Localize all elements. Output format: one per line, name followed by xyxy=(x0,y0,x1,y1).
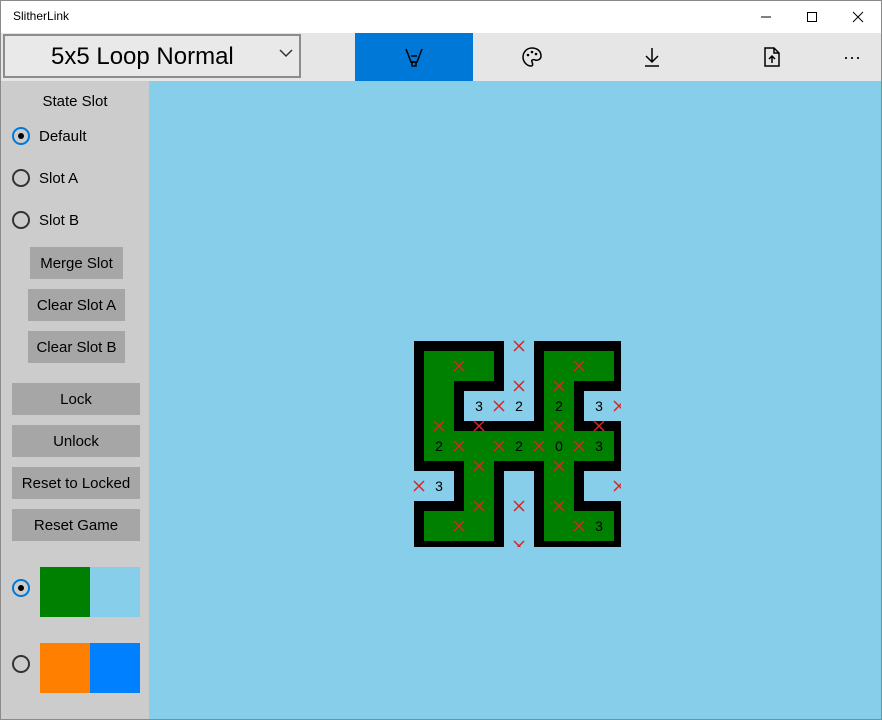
inside-cell xyxy=(459,426,499,466)
inside-cell xyxy=(539,506,579,546)
window-title: SlitherLink xyxy=(13,9,70,23)
theme-orange-inside-swatch[interactable] xyxy=(40,643,90,693)
maximize-button[interactable] xyxy=(789,1,835,33)
minimize-icon xyxy=(761,16,771,18)
minimize-button[interactable] xyxy=(743,1,789,33)
puzzle-select[interactable]: 5x5 Loop Normal xyxy=(3,34,301,78)
clue-number: 3 xyxy=(435,478,443,494)
more-button[interactable]: ··· xyxy=(823,33,881,81)
theme-green-outside-swatch[interactable] xyxy=(90,567,140,617)
download-icon xyxy=(645,48,659,67)
lock-button[interactable]: Lock xyxy=(12,383,140,415)
theme-radio-green[interactable] xyxy=(12,579,30,597)
radio-default[interactable] xyxy=(12,127,30,145)
inside-cell xyxy=(459,466,499,506)
clue-number: 3 xyxy=(595,398,603,414)
clue-number: 2 xyxy=(555,398,563,414)
clue-number: 2 xyxy=(515,438,523,454)
maximize-icon xyxy=(807,12,817,22)
puzzle-select-value: 5x5 Loop Normal xyxy=(51,43,234,70)
radio-slot-a[interactable] xyxy=(12,169,30,187)
inside-cell xyxy=(419,346,459,386)
close-icon xyxy=(852,11,864,23)
inside-cell xyxy=(539,346,579,386)
export-icon xyxy=(764,47,780,67)
export-button[interactable] xyxy=(713,33,831,81)
merge-slot-button[interactable]: Merge Slot xyxy=(30,247,123,279)
theme-orange-outside-swatch[interactable] xyxy=(90,643,140,693)
unlock-button[interactable]: Unlock xyxy=(12,425,140,457)
title-bar: SlitherLink xyxy=(1,1,881,33)
close-button[interactable] xyxy=(835,1,881,33)
inside-cell xyxy=(419,386,459,426)
clear-slot-a-button[interactable]: Clear Slot A xyxy=(28,289,125,321)
palette-icon xyxy=(522,47,542,67)
clear-slot-b-button[interactable]: Clear Slot B xyxy=(28,331,125,363)
brush-icon xyxy=(405,48,423,67)
inside-cell xyxy=(419,506,459,546)
inside-cell xyxy=(539,466,579,506)
inside-cell xyxy=(579,346,619,386)
clue-number: 2 xyxy=(435,438,443,454)
reset-to-locked-button[interactable]: Reset to Locked xyxy=(12,467,140,499)
slitherlink-board[interactable]: 3 2 2 3 2 2 0 3 3 3 xyxy=(411,336,621,547)
radio-default-label: Default xyxy=(39,128,87,145)
sidebar: State Slot Default Slot A Slot B Merge S… xyxy=(1,81,149,719)
inside-cell xyxy=(459,346,499,386)
clue-number: 2 xyxy=(515,398,523,414)
clue-number: 0 xyxy=(555,438,563,454)
command-bar: 5x5 Loop Normal ··· xyxy=(1,33,881,81)
radio-slot-b[interactable] xyxy=(12,211,30,229)
palette-button[interactable] xyxy=(473,33,591,81)
theme-green-inside-swatch[interactable] xyxy=(40,567,90,617)
clue-number: 3 xyxy=(595,518,603,534)
state-slot-title: State Slot xyxy=(42,93,108,110)
app-window: SlitherLink 5x5 Loop Normal ··· State Sl… xyxy=(0,0,882,720)
inside-cell xyxy=(459,506,499,546)
theme-radio-orange[interactable] xyxy=(12,655,30,673)
clue-number: 3 xyxy=(475,398,483,414)
download-button[interactable] xyxy=(593,33,711,81)
reset-game-button[interactable]: Reset Game xyxy=(12,509,140,541)
brush-button[interactable] xyxy=(355,33,473,81)
radio-slot-a-label: Slot A xyxy=(39,170,79,187)
clue-number: 3 xyxy=(595,438,603,454)
chevron-down-icon xyxy=(279,49,293,58)
radio-slot-b-label: Slot B xyxy=(39,212,80,229)
